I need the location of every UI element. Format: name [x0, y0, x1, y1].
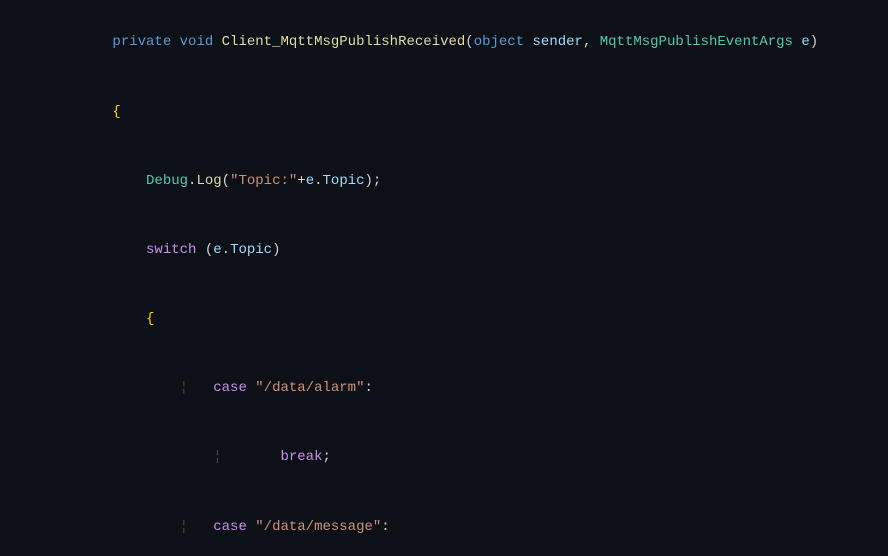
indent: [112, 380, 179, 396]
string-topic: "Topic:": [230, 173, 297, 189]
param-sender: sender: [533, 34, 583, 50]
code-line: {: [0, 77, 888, 146]
punct: +: [297, 173, 305, 189]
brace-open: {: [112, 104, 120, 120]
code-line: ¦ case "/data/message":: [0, 492, 888, 556]
keyword-case2: case: [213, 519, 255, 535]
prop-topic2: Topic: [230, 242, 272, 258]
punct: );: [365, 173, 382, 189]
code-content: ¦ case "/data/alarm":: [62, 355, 872, 422]
string-message: "/data/message": [255, 519, 381, 535]
punct: .: [222, 242, 230, 258]
indent: [112, 173, 146, 189]
punct: ;: [322, 449, 330, 465]
keyword-void: void: [180, 34, 222, 50]
param-e3: e: [213, 242, 221, 258]
pipe: ¦: [180, 380, 214, 396]
code-content: ¦ break;: [62, 424, 872, 491]
code-line: switch (e.Topic): [0, 216, 888, 285]
punct: :: [364, 380, 372, 396]
keyword-object: object: [474, 34, 533, 50]
keyword-break1: break: [280, 449, 322, 465]
code-content: {: [62, 78, 872, 145]
code-line: {: [0, 285, 888, 354]
punct: ): [272, 242, 280, 258]
indent: [112, 519, 179, 535]
punct: (: [222, 173, 230, 189]
keyword-case: case: [213, 380, 255, 396]
pipe: ¦: [213, 449, 280, 465]
punct: .: [314, 173, 322, 189]
indent: [112, 242, 146, 258]
pipe: ¦: [180, 519, 214, 535]
code-line: ¦ break;: [0, 423, 888, 492]
brace-switch-open: {: [146, 311, 154, 327]
code-content: {: [62, 286, 872, 353]
keyword-private: private: [112, 34, 179, 50]
code-content: ¦ case "/data/message":: [62, 493, 872, 556]
keyword-switch: switch: [146, 242, 205, 258]
punct: (: [205, 242, 213, 258]
class-debug: Debug: [146, 173, 188, 189]
punct: ,: [583, 34, 600, 50]
code-line: Debug.Log("Topic:"+e.Topic);: [0, 146, 888, 215]
code-line: ¦ case "/data/alarm":: [0, 354, 888, 423]
indent: [112, 311, 146, 327]
method-log: Log: [196, 173, 221, 189]
code-content: Debug.Log("Topic:"+e.Topic);: [62, 147, 872, 214]
code-content: switch (e.Topic): [62, 217, 872, 284]
code-editor: private void Client_MqttMsgPublishReceiv…: [0, 0, 888, 556]
punct: ): [810, 34, 818, 50]
punct: (: [465, 34, 473, 50]
punct: :: [381, 519, 389, 535]
prop-topic: Topic: [323, 173, 365, 189]
class-mqttargs: MqttMsgPublishEventArgs: [600, 34, 802, 50]
param-e: e: [801, 34, 809, 50]
param-e2: e: [306, 173, 314, 189]
code-line: private void Client_MqttMsgPublishReceiv…: [0, 8, 888, 77]
indent: [112, 449, 213, 465]
method-name: Client_MqttMsgPublishReceived: [222, 34, 466, 50]
string-alarm: "/data/alarm": [255, 380, 364, 396]
code-content: private void Client_MqttMsgPublishReceiv…: [62, 9, 872, 76]
